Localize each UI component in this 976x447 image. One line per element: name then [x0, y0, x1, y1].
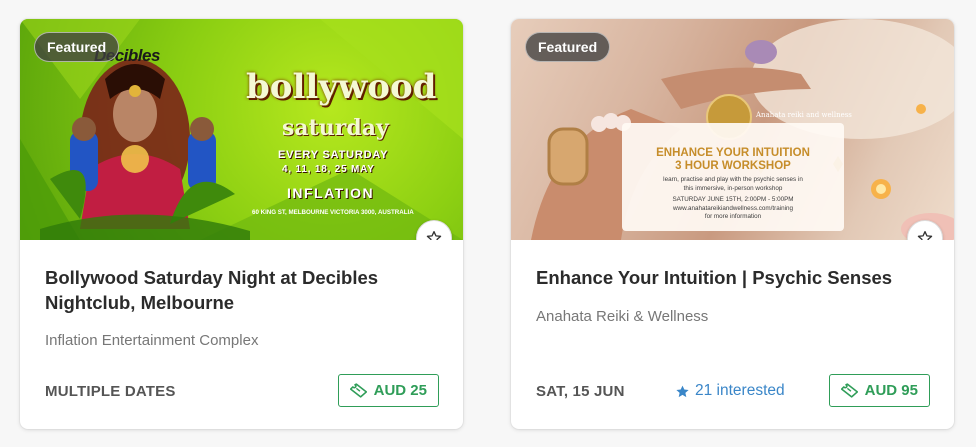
featured-badge: Featured [525, 32, 611, 62]
poster-time: SATURDAY JUNE 15TH, 2:00PM - 5:00PM [672, 196, 794, 203]
event-date: SAT, 15 JUN [536, 383, 625, 400]
event-card[interactable]: Anahata reiki and wellness ENHANCE YOUR … [511, 19, 954, 429]
poster-address: 60 KING ST, MELBOURNE VICTORIA 3000, AUS… [252, 209, 414, 216]
poster-headline: bollywood [246, 67, 437, 107]
poster-subhead: saturday [282, 115, 389, 141]
price-label: AUD 25 [373, 382, 427, 399]
ticket-icon [349, 383, 367, 398]
poster-desc1: learn, practise and play with the psychi… [663, 176, 803, 183]
event-date: MULTIPLE DATES [45, 383, 176, 400]
event-venue: Anahata Reiki & Wellness [536, 308, 709, 325]
event-title[interactable]: Enhance Your Intuition | Psychic Senses [536, 265, 914, 290]
poster-venue: INFLATION [287, 185, 375, 201]
event-title[interactable]: Bollywood Saturday Night at Decibles Nig… [45, 265, 423, 315]
star-outline-icon [917, 231, 933, 240]
price-label: AUD 95 [864, 382, 918, 399]
event-image[interactable]: Decibles bollywood saturday EVERY SATURD… [20, 19, 463, 240]
poster-url: www.anahatareikiandwellness.com/training [672, 204, 794, 212]
poster-more: for more information [704, 213, 762, 220]
interested-count: 21 interested [675, 382, 785, 400]
price-button[interactable]: AUD 95 [828, 374, 930, 407]
poster-brand: Anahata reiki and wellness [756, 111, 852, 119]
star-outline-icon [426, 231, 442, 240]
poster-info-panel: ENHANCE YOUR INTUITION 3 HOUR WORKSHOP l… [622, 123, 844, 231]
ticket-icon [840, 383, 858, 398]
event-image[interactable]: Anahata reiki and wellness ENHANCE YOUR … [511, 19, 954, 240]
featured-badge: Featured [34, 32, 120, 62]
event-card[interactable]: Decibles bollywood saturday EVERY SATURD… [20, 19, 463, 429]
poster-line1: EVERY SATURDAY [278, 149, 389, 161]
poster-headline: ENHANCE YOUR INTUITION [656, 147, 810, 159]
event-venue: Inflation Entertainment Complex [45, 332, 259, 349]
poster-desc2: this immersive, in-person workshop [683, 184, 783, 192]
poster-line2: 4, 11, 18, 25 MAY [282, 164, 375, 175]
poster-subhead: 3 HOUR WORKSHOP [675, 160, 791, 172]
price-button[interactable]: AUD 25 [337, 374, 439, 407]
star-filled-icon [676, 385, 689, 397]
interested-label: 21 interested [695, 382, 785, 399]
